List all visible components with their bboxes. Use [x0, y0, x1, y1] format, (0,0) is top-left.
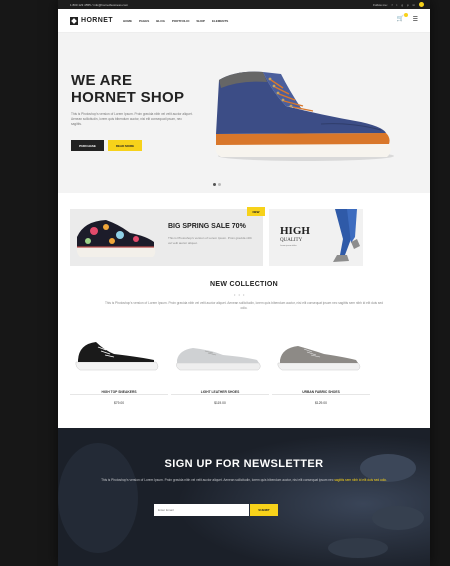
hero-title: WE ARE HORNET SHOP	[71, 72, 185, 106]
slider-dots	[213, 183, 221, 186]
main-menu: HOME PAGES BLOG PORTFOLIO SHOP ELEMENTS	[123, 19, 228, 23]
submit-button[interactable]: SUBMIT	[250, 504, 278, 516]
product-price: $129.00	[315, 401, 327, 405]
new-badge: NEW	[247, 207, 265, 216]
divider-line	[171, 394, 269, 395]
product-card[interactable]: HIGH TOP SNEAKERS $79.00	[70, 330, 168, 410]
product-card[interactable]: LIGHT LEATHER SHOES $119.00	[171, 330, 269, 410]
product-image-high-top-sneakers	[75, 342, 159, 371]
product-card[interactable]: URBAN FABRIC SHOES $129.00	[272, 330, 370, 410]
product-image-urban-fabric-shoes	[277, 346, 361, 371]
hero-slider: WE ARE HORNET SHOP This is Photoshop's v…	[58, 33, 430, 193]
new-collection-text: This is Photoshop's version of Lorem Ips…	[104, 301, 384, 310]
product-image-light-leather-shoes	[176, 348, 261, 371]
model-legs-image	[333, 209, 360, 262]
menu-item-pages[interactable]: PAGES	[139, 19, 149, 23]
hamburger-menu-icon[interactable]: ☰	[413, 16, 418, 23]
new-collection-title: NEW COLLECTION	[210, 281, 278, 288]
follow-label: Follow me:	[373, 2, 388, 7]
product-price: $119.00	[214, 401, 226, 405]
floral-sneaker-image	[76, 220, 156, 257]
menu-item-portfolio[interactable]: PORTFOLIO	[172, 19, 190, 23]
divider-line	[272, 394, 370, 395]
google-plus-icon[interactable]: g	[401, 3, 403, 7]
slider-dot-1[interactable]	[213, 183, 216, 186]
slider-dot-2[interactable]	[218, 183, 221, 186]
cart-badge	[403, 13, 408, 17]
logo-icon	[70, 16, 78, 25]
newsletter-section: SIGN UP FOR NEWSLETTER This is Photoshop…	[58, 428, 430, 566]
facebook-icon[interactable]: f	[392, 3, 393, 7]
logo[interactable]: HORNET	[70, 16, 113, 25]
high-quality-banner[interactable]: HIGH QUALITY Lorem ipsum dolor	[269, 209, 363, 266]
quality-subtitle: QUALITY	[280, 238, 303, 243]
menu-item-blog[interactable]: BLOG	[156, 19, 165, 23]
section-divider: • • •	[234, 292, 246, 297]
page-frame: 1 800 123 4555 / info@hornetbusiness.com…	[58, 0, 430, 566]
menu-item-home[interactable]: HOME	[123, 19, 132, 23]
logo-text: HORNET	[81, 17, 113, 24]
menu-item-shop[interactable]: SHOP	[196, 19, 205, 23]
contact-info: 1 800 123 4555 / info@hornetbusiness.com	[70, 2, 129, 7]
newsletter-text-highlight: sagittis sem nibh id elit duis sed odio.	[334, 478, 387, 482]
sale-title: BIG SPRING SALE 70%	[168, 223, 246, 230]
product-price: $79.00	[113, 401, 125, 405]
sale-text: This is Photoshop's version of Lorem Ips…	[168, 236, 252, 245]
menu-item-elements[interactable]: ELEMENTS	[212, 19, 228, 23]
newsletter-title: SIGN UP FOR NEWSLETTER	[164, 458, 324, 470]
cart-count-badge[interactable]	[419, 2, 424, 7]
newsletter-email-input[interactable]	[154, 504, 249, 516]
pinterest-icon[interactable]: p	[407, 3, 409, 7]
cart-icon[interactable]: 🛒	[397, 13, 408, 23]
newsletter-text: This is Photoshop's version of Lorem Ips…	[98, 478, 390, 483]
top-bar: 1 800 123 4555 / info@hornetbusiness.com…	[58, 0, 430, 9]
divider-line	[70, 394, 168, 395]
twitter-icon[interactable]: t	[396, 3, 397, 7]
linkedin-icon[interactable]: in	[413, 3, 415, 7]
read-more-button[interactable]: READ MORE	[108, 140, 142, 151]
purchase-button[interactable]: PURCHASE	[71, 140, 104, 151]
spring-sale-banner[interactable]: BIG SPRING SALE 70% This is Photoshop's …	[70, 207, 265, 266]
denim-background-image	[58, 428, 430, 566]
newsletter-text-main: This is Photoshop's version of Lorem Ips…	[101, 478, 334, 482]
hero-text: This is Photoshop's version of Lorem Ips…	[71, 112, 193, 126]
quality-small-text: Lorem ipsum dolor	[280, 245, 297, 247]
hero-shoe-image	[215, 71, 394, 161]
main-nav: HORNET HOME PAGES BLOG PORTFOLIO SHOP EL…	[58, 9, 430, 33]
quality-title: HIGH	[280, 225, 310, 237]
